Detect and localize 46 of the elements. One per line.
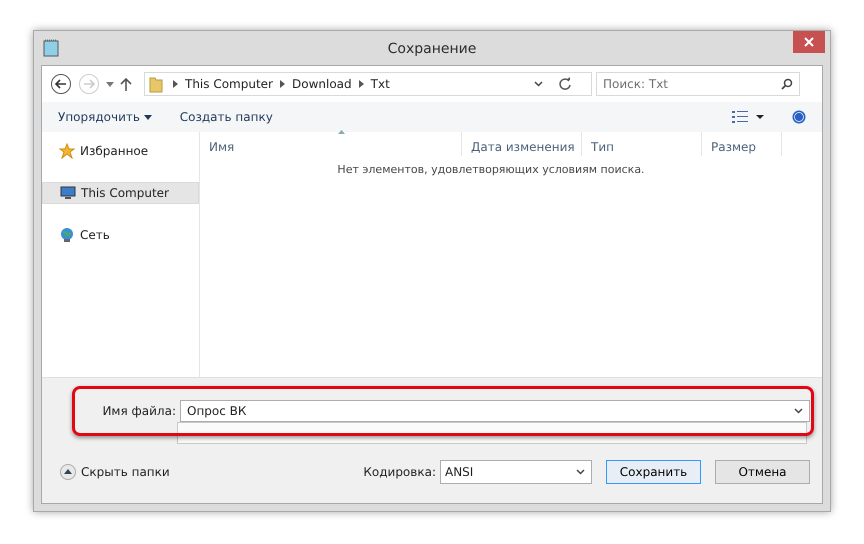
organize-menu[interactable]: Упорядочить	[58, 108, 152, 126]
star-icon	[59, 143, 75, 159]
encoding-select[interactable]: ANSI	[440, 460, 592, 484]
save-button[interactable]: Сохранить	[606, 460, 701, 484]
breadcrumb-item[interactable]: Download	[289, 75, 355, 93]
column-header[interactable]: Имя	[209, 140, 234, 154]
collapse-icon[interactable]	[60, 464, 76, 480]
view-icon[interactable]	[732, 111, 764, 123]
dropdown-icon[interactable]	[106, 82, 114, 86]
empty-message: Нет элементов, удовлетворяющих условиям поиска.	[336, 162, 646, 178]
file-name-field[interactable]: Опрос ВК	[180, 400, 810, 422]
refresh-icon[interactable]	[558, 77, 572, 91]
sidebar-item[interactable]: This Computer	[42, 182, 199, 204]
separator-icon	[280, 80, 285, 88]
separator-icon	[173, 80, 178, 88]
computer-icon	[60, 186, 76, 200]
chevron-icon[interactable]	[534, 81, 543, 87]
sort-arrow-icon	[338, 130, 345, 134]
address-bar[interactable]: This Computer Download Txt	[144, 72, 592, 96]
search-field[interactable]: Поиск: Txt	[596, 72, 800, 96]
column-header[interactable]: Дата изменения	[471, 140, 575, 154]
sidebar-item[interactable]: Сеть	[42, 224, 199, 246]
help-icon[interactable]	[792, 110, 806, 124]
new-folder-button[interactable]: Создать папку	[180, 108, 273, 126]
back-icon[interactable]	[50, 73, 72, 95]
chevron-icon	[576, 469, 585, 475]
column-header[interactable]: Тип	[591, 140, 614, 154]
encoding-label: Кодировка:	[363, 464, 436, 481]
hide-folders-link[interactable]: Скрыть папки	[81, 463, 170, 481]
up-arrow-icon[interactable]	[120, 77, 132, 91]
field-label: Имя файла:	[101, 403, 177, 420]
breadcrumb-item[interactable]: Txt	[368, 75, 393, 93]
breadcrumb-item[interactable]: This Computer	[182, 75, 276, 93]
window-title: Сохранение	[388, 41, 476, 57]
sidebar-item[interactable]: Избранное	[42, 140, 199, 162]
notepad-icon	[43, 39, 59, 57]
cancel-button[interactable]: Отмена	[715, 460, 810, 484]
caret-icon	[144, 115, 152, 120]
folder-icon	[149, 75, 163, 93]
network-icon	[59, 227, 75, 243]
search-icon	[781, 78, 793, 90]
close-icon	[804, 37, 814, 47]
close-button[interactable]	[793, 31, 825, 53]
column-header[interactable]: Размер	[711, 140, 756, 154]
separator-icon	[358, 80, 364, 88]
chevron-icon	[794, 408, 803, 414]
